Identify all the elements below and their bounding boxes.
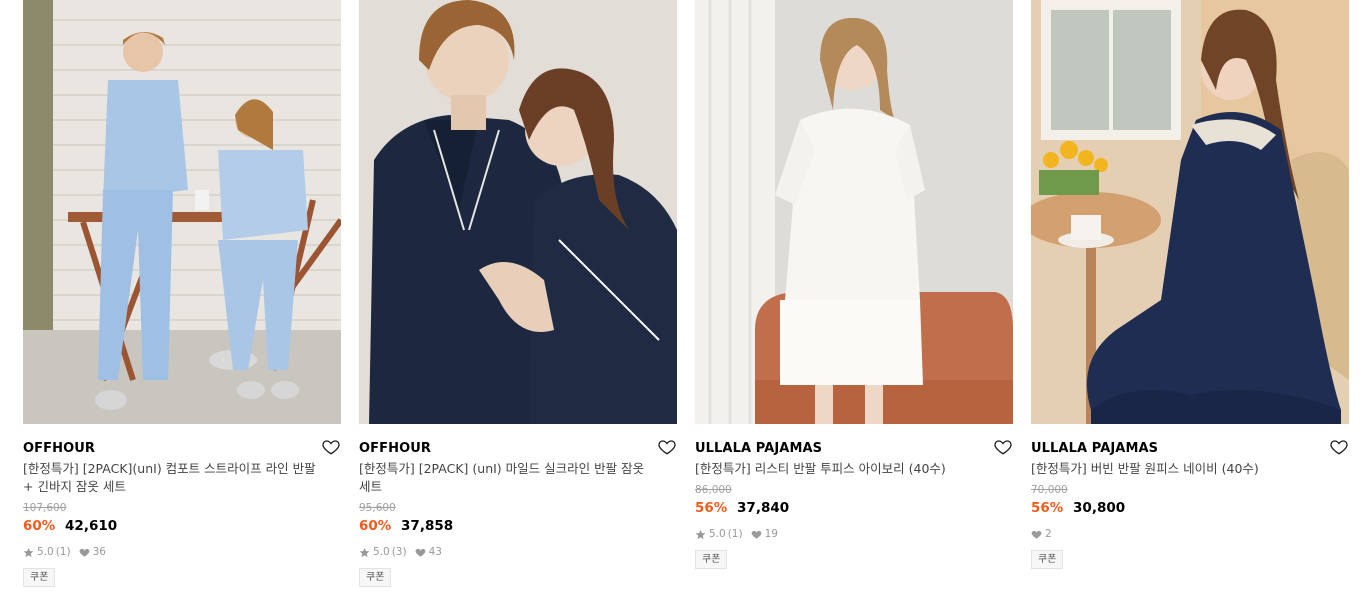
rating-row: 5.0 (1) 36 (23, 544, 341, 560)
brand-row: OFFHOUR (23, 437, 341, 459)
original-price: 95,600 (359, 502, 396, 514)
heart-icon[interactable] (994, 438, 1012, 456)
product-card[interactable]: ULLALA PAJAMAS [한정특가] 버빈 반팔 원피스 네이비 (40수… (1031, 0, 1349, 569)
review-count: (3) (391, 546, 407, 558)
like-count: 19 (764, 528, 778, 540)
price-row: 60% 42,610 (23, 516, 341, 536)
like-heart-icon (1031, 530, 1042, 539)
discount-rate: 60% (359, 518, 392, 534)
coupon-badge: 쿠폰 (1031, 550, 1064, 569)
star-icon (23, 547, 34, 557)
heart-icon[interactable] (658, 438, 676, 456)
star-icon (695, 529, 706, 539)
like-heart-icon (79, 548, 89, 557)
product-image[interactable] (695, 0, 1013, 424)
rating-row: 5.0 (1) 19 (695, 526, 1013, 542)
brand-row: OFFHOUR (359, 437, 677, 459)
sale-price: 37,858 (401, 518, 454, 534)
product-title[interactable]: [한정특가] [2PACK] (unI) 마일드 실크라인 반팔 잠옷 세트 (359, 460, 659, 496)
heart-icon[interactable] (322, 438, 340, 456)
product-card[interactable]: OFFHOUR [한정특가] [2PACK](unI) 컴포트 스트라이프 라인… (23, 0, 341, 587)
review-count: (1) (727, 528, 743, 540)
brand-name[interactable]: OFFHOUR (23, 438, 95, 460)
rating-row: 5.0 (3) 43 (359, 544, 677, 560)
product-title[interactable]: [한정특가] [2PACK](unI) 컴포트 스트라이프 라인 반팔 + 긴바… (23, 460, 323, 496)
coupon-badge: 쿠폰 (359, 568, 392, 587)
discount-rate: 56% (1031, 500, 1064, 516)
rating-value: 5.0 (37, 546, 54, 558)
heart-icon[interactable] (1330, 438, 1348, 456)
brand-name[interactable]: OFFHOUR (359, 438, 431, 460)
original-price: 70,000 (1031, 484, 1068, 496)
coupon-badge: 쿠폰 (23, 568, 56, 587)
rating-row: 2 (1031, 526, 1349, 542)
rating-value: 5.0 (373, 546, 390, 558)
price-row: 60% 37,858 (359, 516, 677, 536)
product-title[interactable]: [한정특가] 버빈 반팔 원피스 네이비 (40수) (1031, 460, 1331, 478)
like-heart-icon (751, 530, 761, 539)
product-image[interactable] (359, 0, 677, 424)
coupon-badge: 쿠폰 (695, 550, 728, 569)
product-card[interactable]: ULLALA PAJAMAS [한정특가] 리스티 반팔 투피스 아이보리 (4… (695, 0, 1013, 569)
price-row: 56% 30,800 (1031, 498, 1349, 518)
product-image[interactable] (1031, 0, 1349, 424)
brand-name[interactable]: ULLALA PAJAMAS (695, 438, 822, 460)
brand-row: ULLALA PAJAMAS (1031, 437, 1349, 459)
like-count: 36 (92, 546, 106, 558)
star-icon (359, 547, 370, 557)
product-image[interactable] (23, 0, 341, 424)
rating-value: 5.0 (709, 528, 726, 540)
like-heart-icon (415, 548, 425, 557)
discount-rate: 60% (23, 518, 56, 534)
brand-name[interactable]: ULLALA PAJAMAS (1031, 438, 1158, 460)
original-price: 107,600 (23, 502, 67, 514)
like-count: 2 (1045, 528, 1052, 540)
sale-price: 42,610 (65, 518, 118, 534)
discount-rate: 56% (695, 500, 728, 516)
brand-row: ULLALA PAJAMAS (695, 437, 1013, 459)
product-card[interactable]: OFFHOUR [한정특가] [2PACK] (unI) 마일드 실크라인 반팔… (359, 0, 677, 587)
product-title[interactable]: [한정특가] 리스티 반팔 투피스 아이보리 (40수) (695, 460, 995, 478)
product-grid: OFFHOUR [한정특가] [2PACK](unI) 컴포트 스트라이프 라인… (0, 0, 1362, 599)
review-count: (1) (55, 546, 71, 558)
sale-price: 30,800 (1073, 500, 1126, 516)
like-count: 43 (428, 546, 442, 558)
original-price: 86,000 (695, 484, 732, 496)
sale-price: 37,840 (737, 500, 790, 516)
price-row: 56% 37,840 (695, 498, 1013, 518)
